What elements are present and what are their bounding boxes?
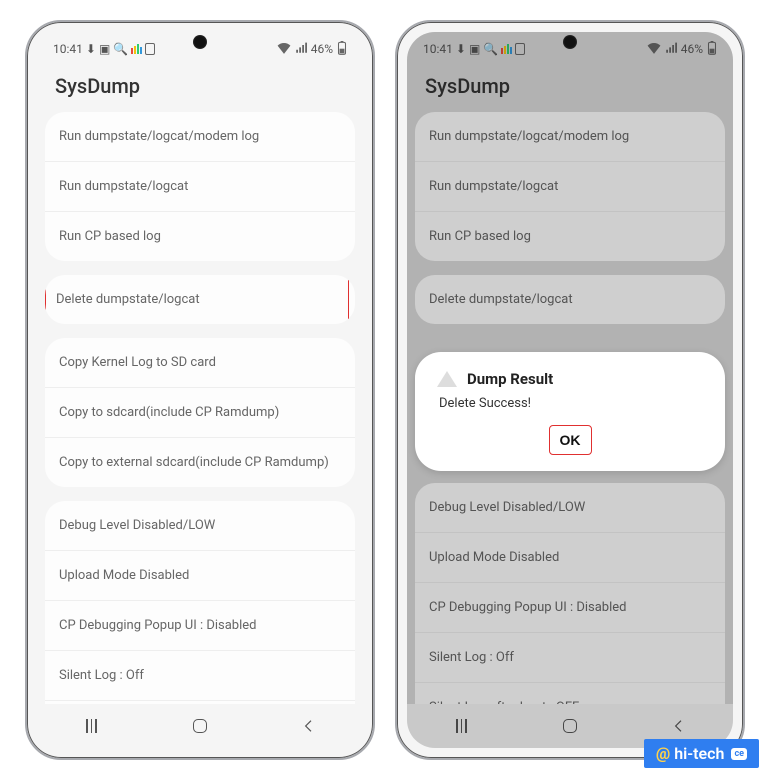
download-icon: ⬇ (456, 42, 466, 56)
list-item[interactable]: CP Debugging Popup UI : Disabled (45, 601, 355, 651)
list-item[interactable]: Run dumpstate/logcat/modem log (45, 112, 355, 162)
status-time: 10:41 (53, 42, 83, 56)
signal-icon (295, 42, 307, 57)
list-item[interactable]: CP Debugging Popup UI : Disabled (415, 583, 725, 633)
warning-icon (437, 371, 457, 387)
list-item[interactable]: Run CP based log (45, 212, 355, 261)
watermark: @ hi-tech ce (644, 739, 759, 768)
front-camera (563, 35, 577, 49)
watermark-text: hi-tech (674, 744, 724, 763)
wifi-icon (277, 42, 291, 57)
card-run-logs: Run dumpstate/logcat/modem log Run dumps… (415, 112, 725, 261)
nav-back-icon[interactable] (300, 717, 318, 735)
dialog-title: Dump Result (467, 370, 553, 388)
gallery-icon: ▣ (99, 42, 110, 56)
list-item[interactable]: Debug Level Disabled/LOW (45, 501, 355, 551)
nav-home-icon[interactable] (561, 717, 579, 735)
card-settings: Debug Level Disabled/LOW Upload Mode Dis… (45, 501, 355, 704)
battery-icon (707, 41, 717, 58)
nav-bar (37, 704, 363, 748)
list-item[interactable]: Copy to sdcard(include CP Ramdump) (45, 388, 355, 438)
card-copy: Copy Kernel Log to SD card Copy to sdcar… (45, 338, 355, 487)
battery-percent: 46% (681, 42, 703, 56)
list-item[interactable]: Silent Log : Off (45, 651, 355, 701)
equalizer-icon (131, 44, 142, 54)
card-run-logs: Run dumpstate/logcat/modem log Run dumps… (45, 112, 355, 261)
ok-button[interactable]: OK (549, 425, 592, 455)
phone-left: 10:41 ⬇ ▣ 🔍 46% (25, 20, 375, 760)
nav-recent-icon[interactable] (452, 717, 470, 735)
phone-right: 10:41 ⬇ ▣ 🔍 46% (395, 20, 745, 760)
battery-icon (337, 41, 347, 58)
signal-icon (665, 42, 677, 57)
search-icon: 🔍 (483, 42, 498, 56)
watermark-badge: ce (731, 748, 747, 760)
nav-back-icon[interactable] (670, 717, 688, 735)
card-settings: Debug Level Disabled/LOW Upload Mode Dis… (415, 483, 725, 704)
list-item[interactable]: Debug Level Disabled/LOW (415, 483, 725, 533)
list-item[interactable]: Copy Kernel Log to SD card (45, 338, 355, 388)
gallery-icon: ▣ (469, 42, 480, 56)
sim-icon (515, 43, 525, 55)
nav-recent-icon[interactable] (82, 717, 100, 735)
download-icon: ⬇ (86, 42, 96, 56)
status-time: 10:41 (423, 42, 453, 56)
delete-dumpstate-item[interactable]: Delete dumpstate/logcat (45, 275, 349, 324)
dialog-message: Delete Success! (437, 396, 703, 411)
page-title: SysDump (37, 62, 363, 112)
list-item[interactable]: Silent Log : Off (415, 633, 725, 683)
list-item[interactable]: Run dumpstate/logcat (415, 162, 725, 212)
list-item[interactable]: Upload Mode Disabled (415, 533, 725, 583)
battery-percent: 46% (311, 42, 333, 56)
delete-dumpstate-item[interactable]: Delete dumpstate/logcat (415, 275, 725, 324)
list-item[interactable]: Upload Mode Disabled (45, 551, 355, 601)
dump-result-dialog: Dump Result Delete Success! OK (415, 352, 725, 471)
sim-icon (145, 43, 155, 55)
wifi-icon (647, 42, 661, 57)
search-icon: 🔍 (113, 42, 128, 56)
front-camera (193, 35, 207, 49)
list-item[interactable]: Run dumpstate/logcat/modem log (415, 112, 725, 162)
list-item[interactable]: Copy to external sdcard(include CP Ramdu… (45, 438, 355, 487)
watermark-at: @ (656, 744, 670, 763)
list-item[interactable]: Silent Log after boot : OFF (415, 683, 725, 704)
card-delete: Delete dumpstate/logcat (415, 275, 725, 324)
nav-home-icon[interactable] (191, 717, 209, 735)
list-item[interactable]: Run dumpstate/logcat (45, 162, 355, 212)
card-delete: Delete dumpstate/logcat (45, 275, 355, 324)
list-item[interactable]: Run CP based log (415, 212, 725, 261)
equalizer-icon (501, 44, 512, 54)
page-title: SysDump (407, 62, 733, 112)
